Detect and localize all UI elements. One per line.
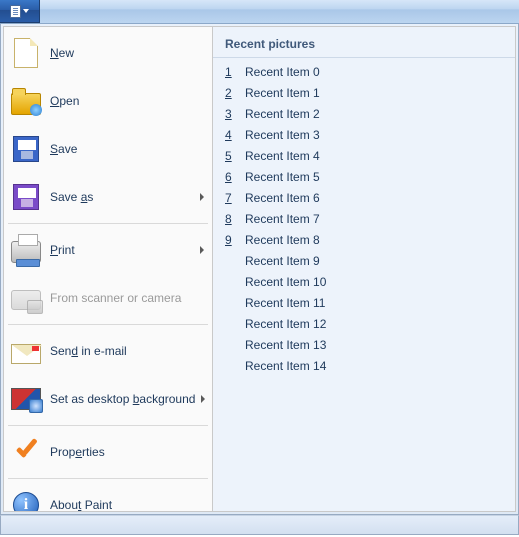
menu-item-send-email[interactable]: Send in e-mail bbox=[4, 327, 212, 375]
recent-item[interactable]: Recent Item 13 bbox=[213, 334, 515, 355]
menu-label: Properties bbox=[50, 445, 204, 459]
recent-item-label: Recent Item 2 bbox=[245, 107, 320, 121]
submenu-arrow-icon bbox=[200, 193, 204, 201]
recent-item-shortcut: 8 bbox=[225, 212, 241, 226]
printer-icon bbox=[10, 234, 42, 266]
recent-item[interactable]: 6 Recent Item 5 bbox=[213, 166, 515, 187]
recent-item-label: Recent Item 6 bbox=[245, 191, 320, 205]
submenu-arrow-icon bbox=[200, 246, 204, 254]
recent-item-shortcut: 9 bbox=[225, 233, 241, 247]
separator bbox=[8, 324, 208, 325]
menu-item-properties[interactable]: Properties bbox=[4, 428, 212, 476]
save-icon bbox=[10, 133, 42, 165]
recent-item-label: Recent Item 1 bbox=[245, 86, 320, 100]
menu-label: Save as bbox=[50, 190, 194, 204]
menu-item-from-scanner: From scanner or camera bbox=[4, 274, 212, 322]
recent-item-label: Recent Item 0 bbox=[245, 65, 320, 79]
recent-item-label: Recent Item 4 bbox=[245, 149, 320, 163]
chevron-down-icon bbox=[23, 9, 29, 13]
recent-item[interactable]: 9 Recent Item 8 bbox=[213, 229, 515, 250]
recent-item-label: Recent Item 14 bbox=[245, 359, 326, 373]
save-as-icon bbox=[10, 181, 42, 213]
recent-item[interactable]: 1 Recent Item 0 bbox=[213, 61, 515, 82]
recent-item-label: Recent Item 3 bbox=[245, 128, 320, 142]
recent-item[interactable]: Recent Item 14 bbox=[213, 355, 515, 376]
separator bbox=[8, 223, 208, 224]
recent-item-label: Recent Item 5 bbox=[245, 170, 320, 184]
recent-item[interactable]: 5 Recent Item 4 bbox=[213, 145, 515, 166]
recent-item-shortcut: 2 bbox=[225, 86, 241, 100]
menu-label: Save bbox=[50, 142, 204, 156]
submenu-arrow-icon bbox=[201, 395, 205, 403]
menu-item-save-as[interactable]: Save as bbox=[4, 173, 212, 221]
recent-list: 1Recent Item 02Recent Item 13Recent Item… bbox=[213, 61, 515, 376]
recent-item-label: Recent Item 11 bbox=[245, 296, 325, 310]
new-file-icon bbox=[10, 37, 42, 69]
recent-item[interactable]: Recent Item 9 bbox=[213, 250, 515, 271]
recent-item-label: Recent Item 12 bbox=[245, 317, 326, 331]
recent-item[interactable]: 7 Recent Item 6 bbox=[213, 187, 515, 208]
recent-item[interactable]: 2 Recent Item 1 bbox=[213, 82, 515, 103]
recent-item-label: Recent Item 13 bbox=[245, 338, 326, 352]
recent-item-label: Recent Item 10 bbox=[245, 275, 326, 289]
recent-item-label: Recent Item 9 bbox=[245, 254, 320, 268]
recent-item-shortcut: 7 bbox=[225, 191, 241, 205]
menu-label: Send in e-mail bbox=[50, 344, 204, 358]
menu-label: Set as desktop background bbox=[50, 392, 195, 406]
menu-label: New bbox=[50, 46, 204, 60]
title-bar bbox=[0, 0, 519, 24]
menu-item-print[interactable]: Print bbox=[4, 226, 212, 274]
mail-icon bbox=[10, 335, 42, 367]
recent-item-shortcut: 1 bbox=[225, 65, 241, 79]
recent-pictures-panel: Recent pictures 1 Recent Item 0 2 Recent It… bbox=[212, 26, 516, 512]
recent-item-label: Recent Item 8 bbox=[245, 233, 320, 247]
menu-label: About Paint bbox=[50, 498, 204, 512]
app-menu-button[interactable] bbox=[0, 0, 40, 23]
document-icon bbox=[10, 5, 21, 18]
recent-item-label: Recent Item 7 bbox=[245, 212, 320, 226]
scanner-icon bbox=[10, 282, 42, 314]
menu-label: Print bbox=[50, 243, 194, 257]
recent-header: Recent pictures bbox=[213, 33, 515, 58]
recent-item[interactable]: Recent Item 10 bbox=[213, 271, 515, 292]
menu-item-about[interactable]: i About Paint bbox=[4, 481, 212, 512]
application-menu: New Open Save Save as Print From scanner… bbox=[0, 24, 519, 515]
info-icon: i bbox=[10, 489, 42, 512]
separator bbox=[8, 425, 208, 426]
recent-item-shortcut: 4 bbox=[225, 128, 241, 142]
separator bbox=[8, 478, 208, 479]
menu-item-new[interactable]: New bbox=[4, 29, 212, 77]
menu-label: Open bbox=[50, 94, 204, 108]
recent-item-shortcut: 6 bbox=[225, 170, 241, 184]
recent-item[interactable]: Recent Item 12 bbox=[213, 313, 515, 334]
recent-item[interactable]: Recent Item 11 bbox=[213, 292, 515, 313]
menu-footer bbox=[0, 515, 519, 535]
recent-item[interactable]: 8 Recent Item 7 bbox=[213, 208, 515, 229]
menu-item-open[interactable]: Open bbox=[4, 77, 212, 125]
menu-item-save[interactable]: Save bbox=[4, 125, 212, 173]
recent-item[interactable]: 4 Recent Item 3 bbox=[213, 124, 515, 145]
recent-item[interactable]: 3 Recent Item 2 bbox=[213, 103, 515, 124]
menu-commands-panel: New Open Save Save as Print From scanner… bbox=[3, 26, 212, 512]
desktop-background-icon bbox=[10, 383, 42, 415]
recent-item-shortcut: 5 bbox=[225, 149, 241, 163]
open-folder-icon bbox=[10, 85, 42, 117]
properties-icon bbox=[10, 436, 42, 468]
recent-item-shortcut: 3 bbox=[225, 107, 241, 121]
menu-label: From scanner or camera bbox=[50, 291, 204, 305]
menu-item-set-background[interactable]: Set as desktop background bbox=[4, 375, 212, 423]
